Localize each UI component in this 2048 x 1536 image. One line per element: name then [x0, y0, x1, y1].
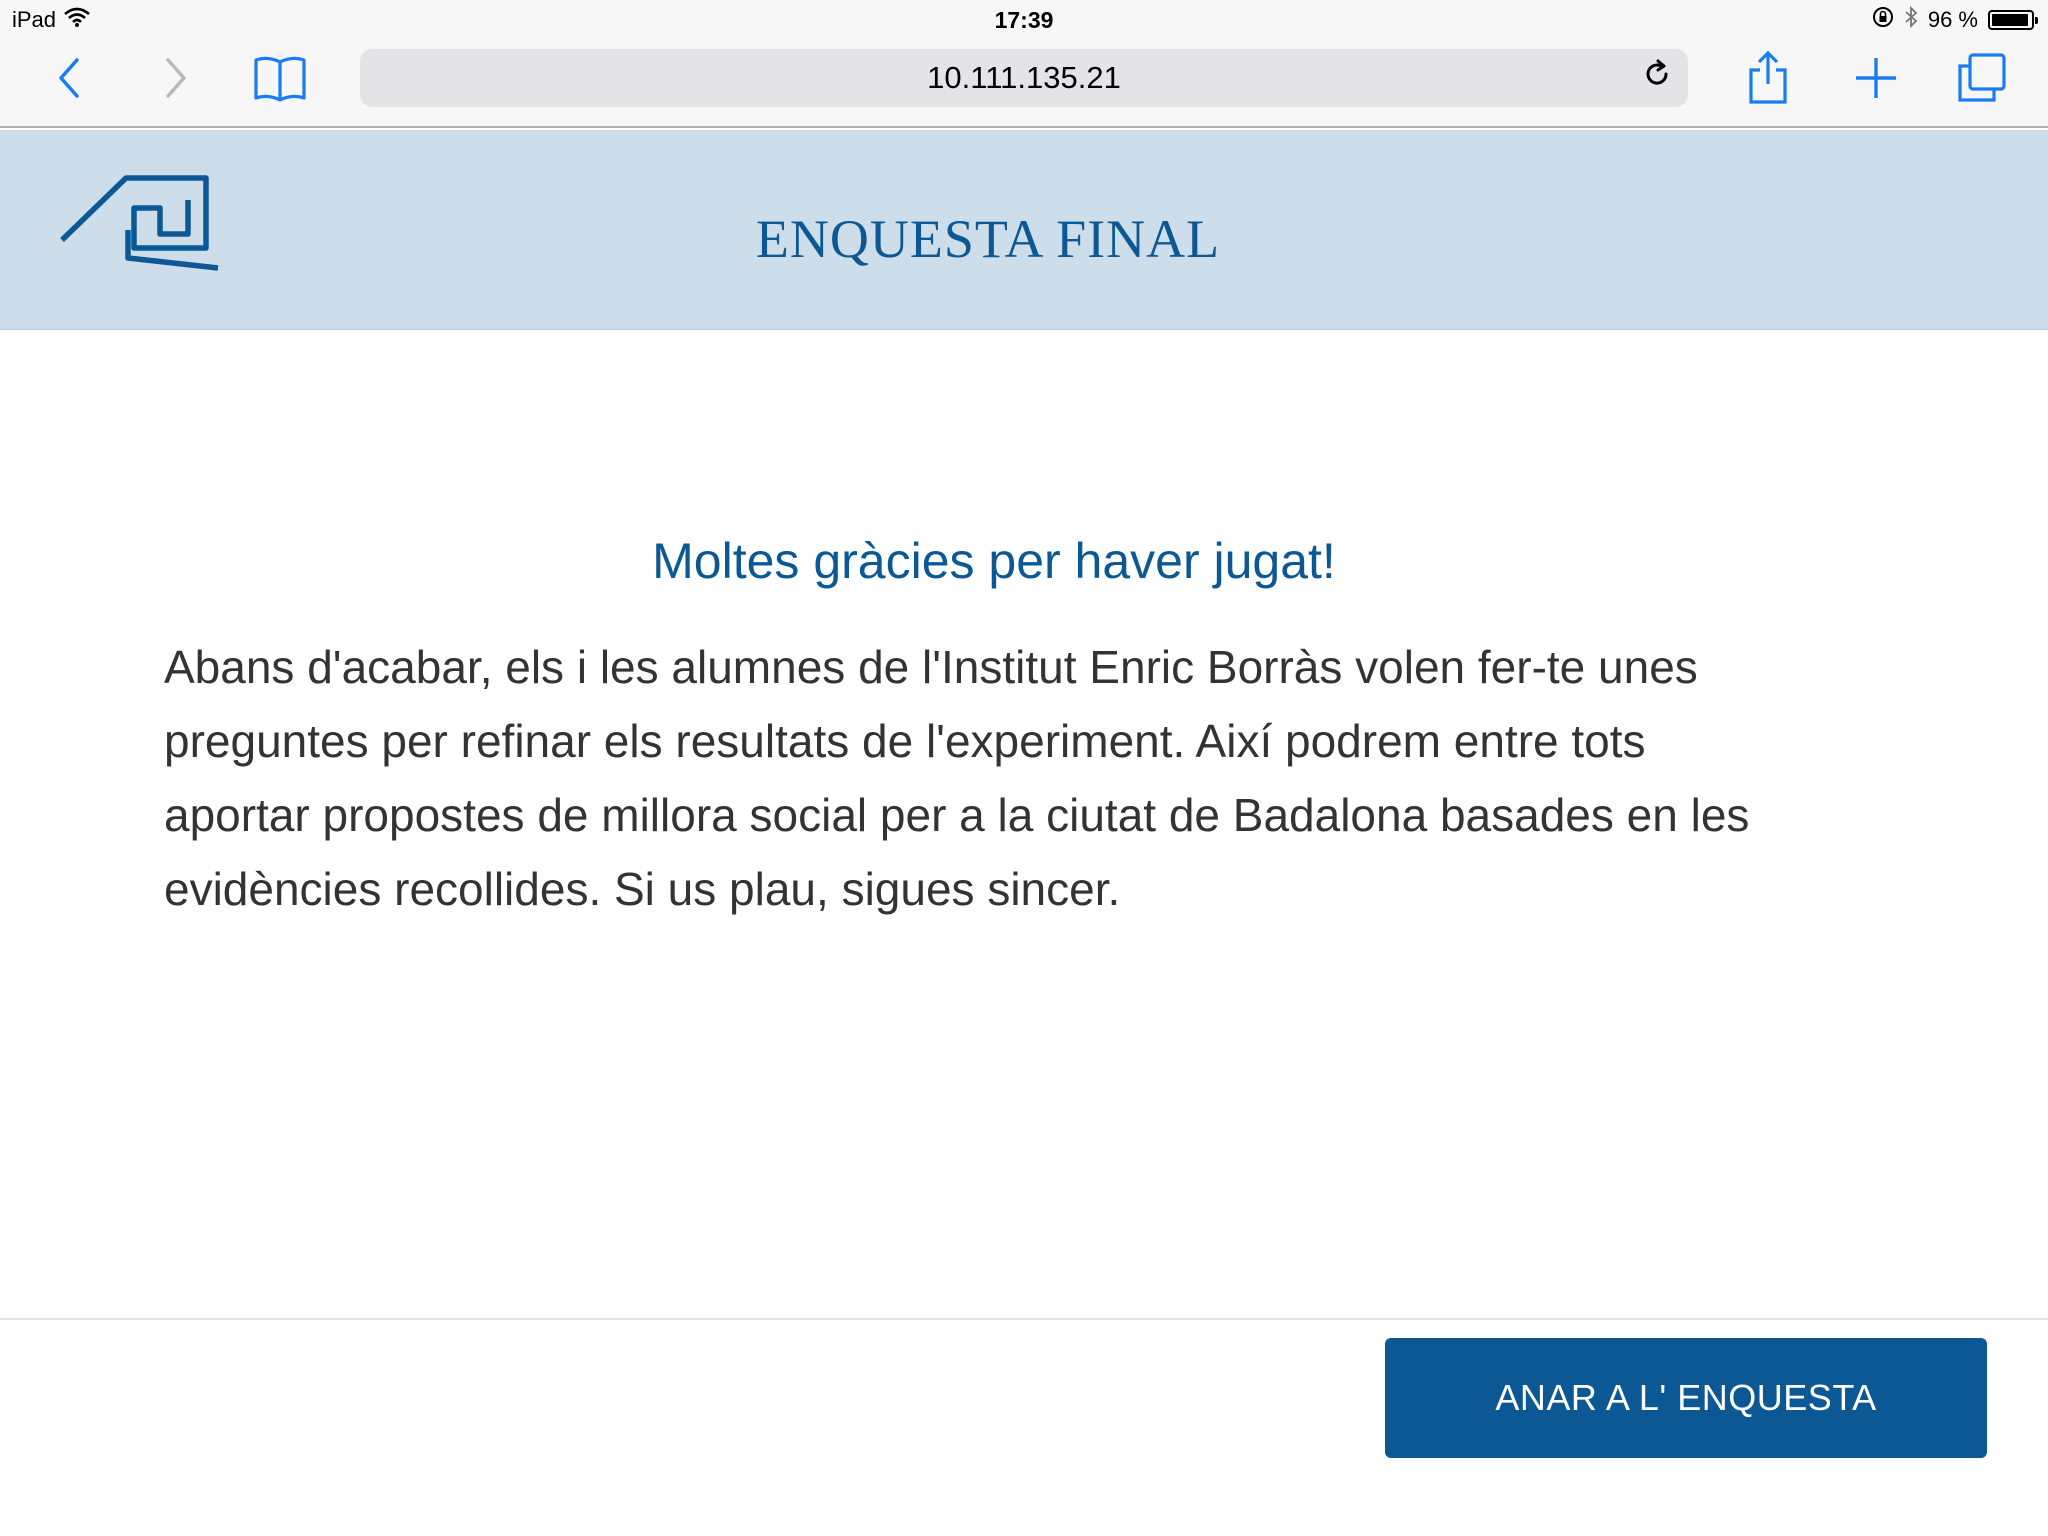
bookmarks-icon: [252, 54, 308, 107]
go-to-survey-button[interactable]: ANAR A L' ENQUESTA: [1385, 1338, 1987, 1458]
new-tab-icon: [1853, 55, 1899, 106]
new-tab-button[interactable]: [1846, 50, 1906, 110]
bluetooth-icon: [1904, 5, 1918, 34]
status-time: 17:39: [994, 7, 1054, 33]
address-bar[interactable]: 10.111.135.21: [360, 49, 1688, 107]
reload-button[interactable]: [1640, 59, 1674, 97]
share-icon: [1746, 50, 1790, 111]
forward-button[interactable]: [145, 50, 205, 110]
rotation-lock-icon: [1872, 6, 1894, 34]
intro-paragraph: Abans d'acabar, els i les alumnes de l'I…: [164, 641, 1750, 915]
status-bar: iPad 17:39 96 %: [0, 0, 2048, 40]
url-text: 10.111.135.21: [927, 60, 1121, 95]
battery-icon: [1988, 10, 2038, 30]
back-button[interactable]: [40, 50, 100, 110]
thank-you-heading: Moltes gràcies per haver jugat!: [652, 533, 1336, 589]
bookmarks-button[interactable]: [250, 50, 310, 110]
back-icon: [55, 56, 85, 105]
battery-fill: [1992, 14, 2029, 26]
tabs-button[interactable]: [1952, 50, 2012, 110]
share-button[interactable]: [1738, 50, 1798, 110]
battery-percent: 96 %: [1927, 7, 1978, 32]
footer-divider: [0, 1318, 2048, 1320]
reload-icon: [1642, 59, 1672, 97]
app-header: ENQUESTA FINAL: [0, 130, 2048, 330]
tabs-icon: [1956, 52, 2008, 109]
status-right: 96 %: [1872, 5, 2038, 34]
forward-icon: [160, 56, 190, 105]
browser-toolbar: 10.111.135.21: [0, 40, 2048, 128]
page-title: ENQUESTA FINAL: [755, 209, 1221, 269]
